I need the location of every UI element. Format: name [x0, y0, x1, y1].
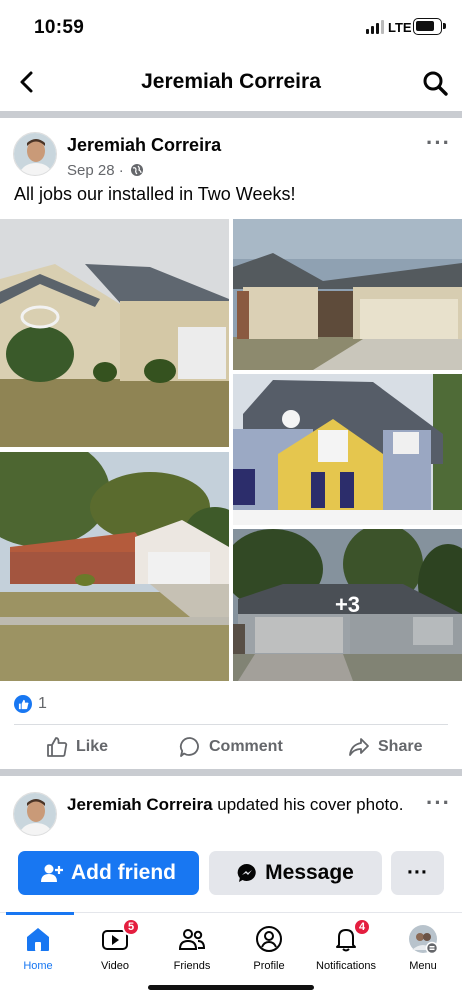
nav-home[interactable]: Home — [2, 912, 74, 983]
nav-menu-label: Menu — [409, 960, 437, 972]
nav-friends[interactable]: Friends — [156, 913, 228, 983]
signal-icon — [366, 20, 384, 34]
status-time: 10:59 — [34, 17, 85, 38]
post-photo[interactable] — [233, 374, 462, 525]
message-label: Message — [265, 861, 354, 884]
nav-video-label: Video — [101, 960, 129, 972]
nav-notifications-label: Notifications — [316, 960, 376, 972]
post2-text: Jeremiah Correira updated his cover phot… — [67, 793, 417, 816]
author-avatar[interactable] — [13, 792, 57, 836]
more-photos-label: +3 — [233, 529, 462, 681]
share-button[interactable]: Share — [348, 728, 422, 766]
home-indicator — [148, 985, 314, 990]
top-bar: Jeremiah Correira — [0, 58, 462, 108]
divider — [14, 724, 448, 725]
share-icon — [349, 738, 369, 756]
nav-video[interactable]: 5 Video — [79, 913, 151, 983]
section-divider — [0, 111, 462, 118]
nav-home-label: Home — [23, 960, 53, 972]
globe-icon — [130, 164, 143, 176]
post-header: Jeremiah Correira Sep 28 · ··· — [0, 120, 462, 180]
video-badge: 5 — [122, 918, 140, 936]
add-friend-label: Add friend — [71, 861, 176, 884]
post-actions: Like Comment Share — [0, 728, 462, 766]
post-photo[interactable] — [0, 452, 229, 681]
like-reaction-icon — [14, 695, 32, 713]
comment-label: Comment — [209, 738, 283, 755]
nav-menu[interactable]: Menu — [387, 913, 459, 983]
battery-icon — [413, 18, 446, 35]
message-button[interactable]: Message — [209, 851, 382, 895]
post2-action: updated his cover photo. — [212, 795, 404, 814]
notifications-badge: 4 — [353, 918, 371, 936]
more-options-button[interactable]: ··· — [391, 851, 444, 895]
search-icon[interactable] — [421, 69, 449, 97]
profile-icon — [256, 926, 282, 952]
nav-profile[interactable]: Profile — [233, 913, 305, 983]
menu-avatar-icon — [408, 924, 439, 955]
nav-profile-label: Profile — [253, 960, 285, 972]
post-photo[interactable] — [0, 219, 229, 447]
thumbs-up-icon — [47, 737, 68, 757]
nav-friends-label: Friends — [173, 960, 211, 972]
post-options-icon[interactable]: ··· — [426, 130, 451, 156]
status-bar: 10:59 LTE — [0, 0, 462, 56]
messenger-icon — [237, 863, 256, 882]
post-author[interactable]: Jeremiah Correira — [67, 135, 221, 156]
friends-icon — [178, 929, 206, 950]
post-photo-more[interactable]: +3 — [233, 529, 462, 681]
reaction-count: 1 — [38, 695, 47, 712]
reactions-summary[interactable]: 1 — [14, 693, 47, 715]
add-friend-icon — [41, 864, 63, 882]
post-date: Sep 28 · — [67, 162, 144, 179]
section-divider — [0, 769, 462, 776]
page-title: Jeremiah Correira — [141, 70, 321, 93]
author-avatar[interactable] — [13, 132, 57, 176]
add-friend-button[interactable]: Add friend — [18, 851, 199, 895]
active-tab-indicator — [6, 912, 74, 915]
like-label: Like — [76, 738, 109, 755]
bell-icon: 4 — [331, 918, 371, 954]
comment-icon — [179, 737, 199, 757]
home-icon — [27, 928, 49, 951]
share-label: Share — [378, 738, 423, 755]
network-label: LTE — [388, 20, 412, 35]
post-text: All jobs our installed in Two Weeks! — [14, 184, 296, 204]
post2-author[interactable]: Jeremiah Correira — [67, 795, 213, 814]
nav-notifications[interactable]: 4 Notifications — [310, 913, 382, 983]
post2-options-icon[interactable]: ··· — [426, 790, 451, 816]
video-icon: 5 — [100, 918, 140, 954]
post-date-text: Sep 28 · — [67, 162, 124, 179]
comment-button[interactable]: Comment — [179, 728, 283, 766]
like-button[interactable]: Like — [46, 728, 108, 766]
post-photo[interactable] — [233, 219, 462, 370]
